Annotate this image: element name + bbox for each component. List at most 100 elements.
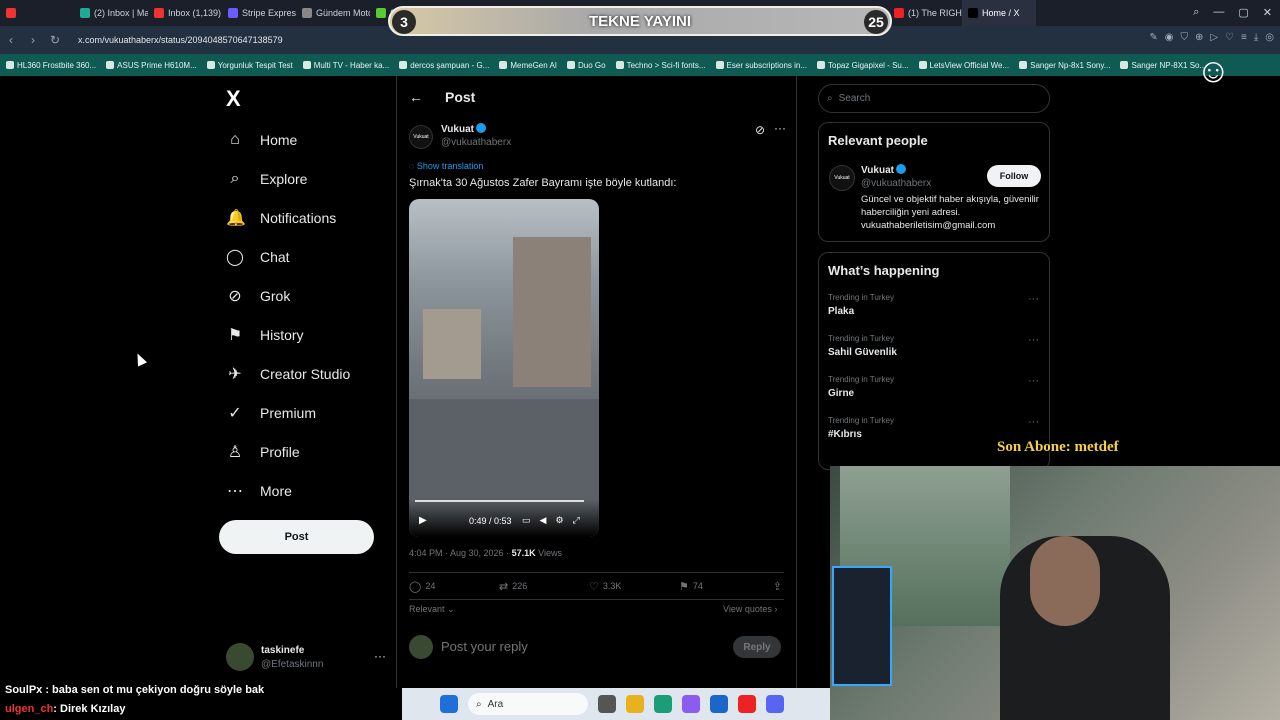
fullscreen-icon[interactable]: ⤢	[573, 515, 580, 526]
bookmark-item[interactable]: Multi TV - Haber ka...	[302, 61, 389, 70]
extension-icon[interactable]: ✎	[1149, 32, 1157, 43]
sidebar-item-profile[interactable]: ♙ Profile	[222, 432, 350, 471]
edge-icon[interactable]	[654, 695, 672, 713]
person-name[interactable]: Vukuat	[861, 164, 906, 176]
reload-icon[interactable]: ↻	[44, 33, 66, 47]
share-icon[interactable]: ⇪	[773, 580, 782, 593]
volume-icon[interactable]: ◀	[540, 515, 547, 526]
sidebar-item-chat[interactable]: ◯ Chat	[222, 237, 350, 276]
task-view-icon[interactable]	[598, 695, 616, 713]
author-name[interactable]: Vukuat	[441, 123, 486, 135]
search-input[interactable]: ⌕ Search	[818, 84, 1050, 113]
sidebar-item-more[interactable]: ⋯ More	[222, 471, 350, 510]
play-icon[interactable]: ▶	[419, 515, 427, 526]
more-icon[interactable]: ···	[774, 121, 786, 135]
account-switcher[interactable]: taskinefe @Efetaskinnn ···	[226, 643, 386, 673]
more-icon[interactable]: ···	[374, 649, 386, 663]
sidebar-item-home[interactable]: ⌂ Home	[222, 120, 350, 159]
author-avatar[interactable]: Vukuat	[409, 125, 433, 149]
bookmark-favicon-icon	[206, 61, 215, 69]
windows-start-icon[interactable]	[440, 695, 458, 713]
browser-tab[interactable]: Gündem Motoru	[296, 0, 370, 26]
bookmark-item[interactable]: Yorgunluk Tespit Test	[206, 61, 293, 70]
author-handle[interactable]: @vukuathaberx	[441, 137, 511, 148]
more-icon[interactable]: ···	[1028, 375, 1039, 387]
extension-icon[interactable]: ▷	[1210, 32, 1218, 43]
follow-button[interactable]: Follow	[987, 165, 1041, 187]
sidebar-item-premium[interactable]: ✓ Premium	[222, 393, 350, 432]
overlay-right-count: 25	[864, 10, 888, 34]
trend-item[interactable]: Trending in Turkey Sahil Güvenlik ···	[828, 334, 1043, 370]
bookmark-item[interactable]: LetsView Official We...	[918, 61, 1009, 70]
trend-item[interactable]: Trending in Turkey Plaka ···	[828, 293, 1043, 329]
file-explorer-icon[interactable]	[626, 695, 644, 713]
bookmark-label: dercos şampuan - G...	[410, 60, 490, 70]
bookmark-item[interactable]: HL360 Frostbite 360...	[6, 61, 96, 70]
reply-button[interactable]: Reply	[733, 636, 781, 658]
video-player[interactable]: ▶ 0:49 / 0:53 ▭ ◀ ⚙ ⤢	[409, 199, 599, 537]
trend-item[interactable]: Trending in Turkey Girne ···	[828, 375, 1043, 411]
more-icon[interactable]: ···	[1028, 334, 1039, 346]
repost-action[interactable]: ⇄ 226	[499, 580, 589, 593]
maximize-icon[interactable]: ▢	[1238, 6, 1248, 19]
browser-tab[interactable]: (2) Inbox | Mail |	[74, 0, 148, 26]
opera-icon[interactable]	[738, 695, 756, 713]
post-button[interactable]: Post	[219, 520, 374, 554]
menu-icon[interactable]: ≡	[1241, 32, 1247, 43]
reply-input[interactable]	[441, 639, 721, 654]
x-logo[interactable]: X	[226, 86, 241, 112]
minimize-icon[interactable]: —	[1213, 6, 1224, 19]
bookmark-item[interactable]: Topaz Gigapixel - Su...	[817, 61, 909, 70]
heart-icon[interactable]: ♡	[1225, 32, 1234, 43]
profile-icon[interactable]: ◎	[1265, 32, 1274, 43]
search-tabs-icon[interactable]: ⌕	[1193, 6, 1199, 19]
person-handle[interactable]: @vukuathaberx	[861, 178, 931, 189]
bookmark-item[interactable]: Sanger Np-8x1 Sony...	[1019, 61, 1110, 70]
settings-icon[interactable]: ⚙	[555, 515, 563, 526]
bookmark-item[interactable]: Sanger NP-8X1 So...	[1120, 61, 1206, 70]
video-progress-bar[interactable]	[415, 500, 585, 502]
back-icon[interactable]: ‹	[0, 33, 22, 47]
bookmark-item[interactable]: Duo Go	[567, 61, 606, 70]
view-quotes-link[interactable]: View quotes ›	[723, 604, 777, 614]
app-icon[interactable]	[682, 695, 700, 713]
more-icon[interactable]: ···	[1028, 293, 1039, 305]
download-icon[interactable]: ⤓	[1254, 32, 1258, 43]
extension-icon[interactable]: ⊕	[1195, 32, 1203, 43]
reply-sort-dropdown[interactable]: Relevant ⌄	[409, 604, 455, 615]
browser-tab[interactable]: Stripe Express - I	[222, 0, 296, 26]
post-timestamp[interactable]: 4:04 PM · Aug 30, 2026 ·	[409, 548, 512, 558]
more-icon[interactable]: ···	[1028, 416, 1039, 428]
browser-tab[interactable]: Inbox (1,139) - k	[148, 0, 222, 26]
like-action[interactable]: ♡ 3.3K	[589, 580, 679, 593]
discord-icon[interactable]	[766, 695, 784, 713]
browser-tab[interactable]	[0, 0, 74, 26]
bookmark-item[interactable]: Techno > Sci-fi fonts...	[615, 61, 706, 70]
sidebar-item-creator-studio[interactable]: ✈ Creator Studio	[222, 354, 350, 393]
person-avatar[interactable]: Vukuat	[829, 165, 855, 191]
browser-tab[interactable]: (1) The RIGHT W	[888, 0, 962, 26]
extension-icon[interactable]: ⛉	[1180, 32, 1188, 43]
show-translation-link[interactable]: ◌ Show translation	[409, 161, 483, 171]
bookmark-item[interactable]: dercos şampuan - G...	[399, 61, 489, 70]
verified-badge-icon	[475, 123, 486, 133]
bookmark-item[interactable]: Eser subscriptions in...	[715, 61, 807, 70]
close-icon[interactable]: ✕	[1263, 6, 1272, 19]
sidebar-item-notifications[interactable]: 🔔 Notifications	[222, 198, 350, 237]
sidebar-item-history[interactable]: ⚑ History	[222, 315, 350, 354]
grok-icon[interactable]: ⊘	[755, 123, 765, 137]
captions-icon[interactable]: ▭	[522, 515, 531, 526]
browser-tab[interactable]: Home / X	[962, 0, 1036, 26]
bookmark-action[interactable]: ⚑ 74	[679, 580, 769, 593]
back-arrow-icon[interactable]: ←	[409, 89, 423, 105]
sidebar-item-grok[interactable]: ⊘ Grok	[222, 276, 350, 315]
sidebar-item-explore[interactable]: ⌕ Explore	[222, 159, 350, 198]
extension-icon[interactable]: ◉	[1165, 32, 1174, 43]
url-field[interactable]: x.com/vukuathaberx/status/20940485706471…	[78, 35, 283, 45]
store-icon[interactable]	[710, 695, 728, 713]
bookmark-item[interactable]: MemeGen AI	[499, 61, 557, 70]
reply-action[interactable]: ◯ 24	[409, 580, 499, 593]
taskbar-search[interactable]: ⌕ Ara	[468, 693, 588, 715]
forward-icon[interactable]: ›	[22, 33, 44, 47]
bookmark-item[interactable]: ASUS Prime H610M...	[106, 61, 197, 70]
